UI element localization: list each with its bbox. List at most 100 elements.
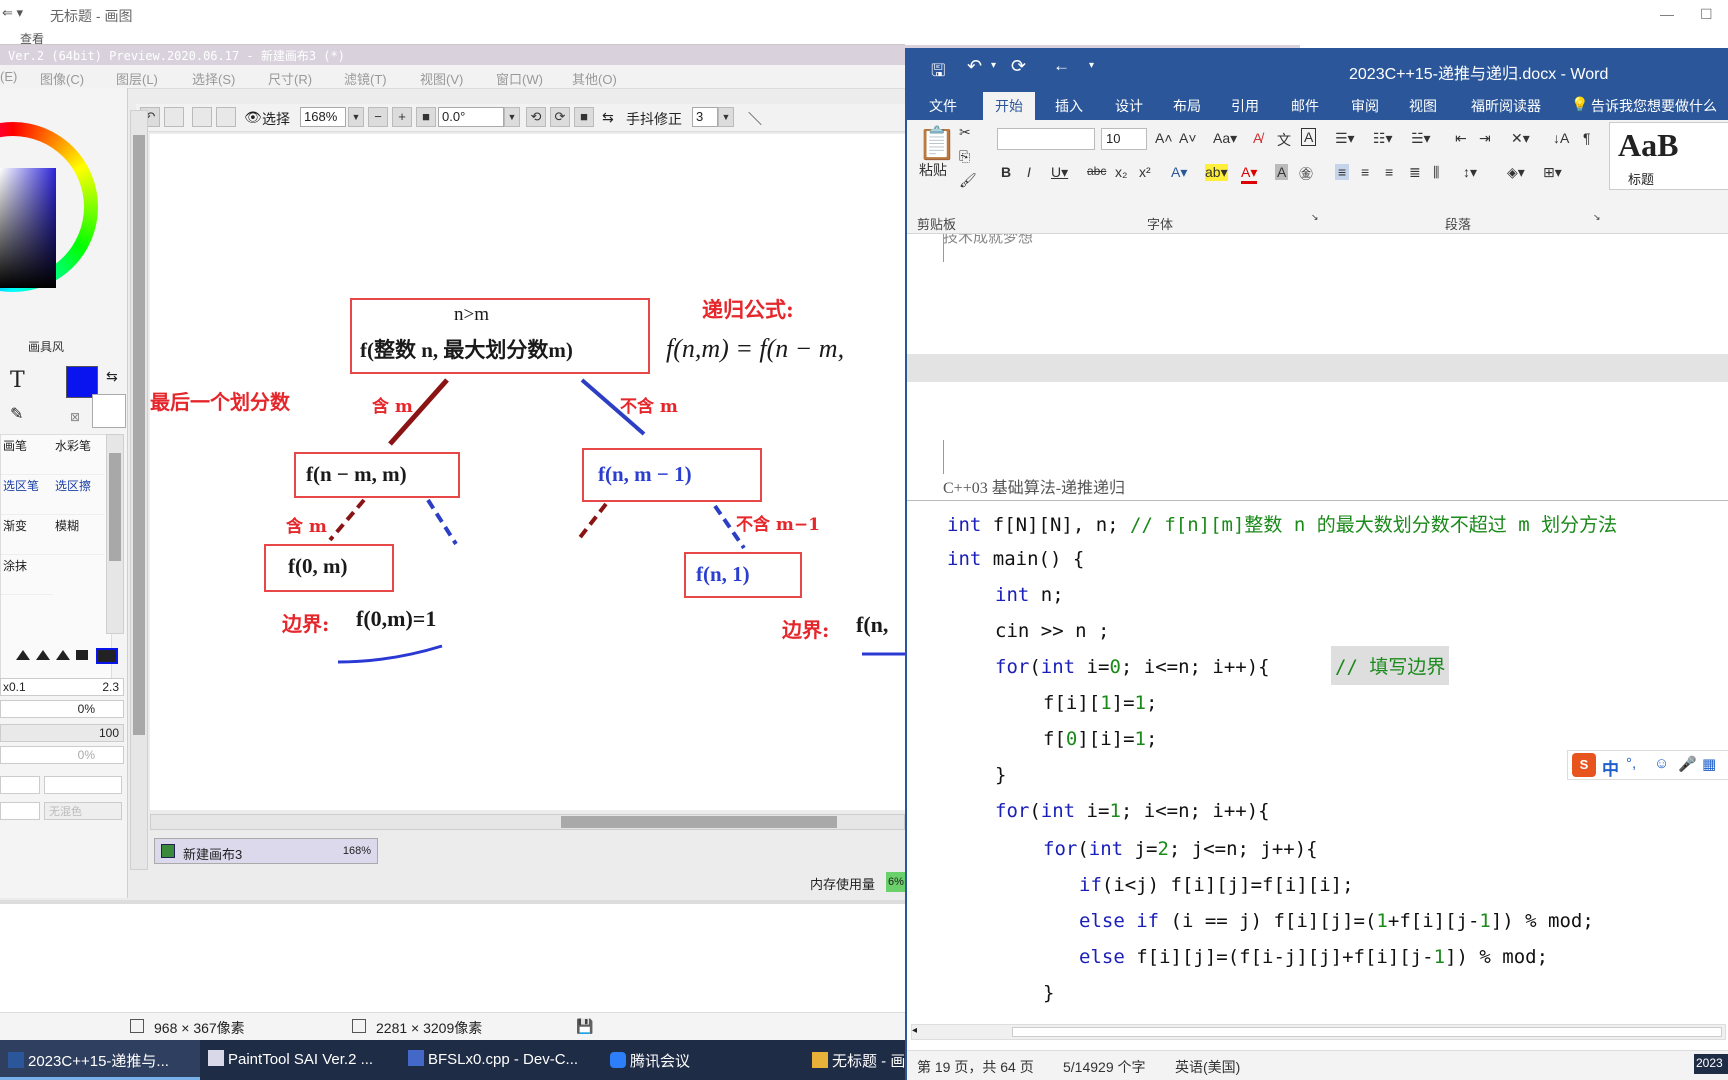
tell-me-search[interactable]: 告诉我您想要做什么 xyxy=(1591,96,1717,116)
menu-edit[interactable]: (E) xyxy=(0,69,17,84)
word-count[interactable]: 5/14929 个字 xyxy=(1063,1057,1146,1077)
tab-home[interactable]: 开始 xyxy=(983,92,1035,120)
transparent-color-icon[interactable]: ⊠ xyxy=(70,410,80,424)
qat-dropdown-icon[interactable]: ▾ xyxy=(1089,60,1094,71)
char-border-icon[interactable]: A xyxy=(1301,128,1317,146)
stabilizer-input[interactable]: 3 xyxy=(692,107,718,127)
decrease-indent-icon[interactable]: ⇤ xyxy=(1455,130,1467,147)
font-color-icon[interactable]: A▾ xyxy=(1241,164,1258,184)
tab-review[interactable]: 审阅 xyxy=(1351,96,1379,116)
font-dialog-icon[interactable]: ↘ xyxy=(1311,212,1319,223)
tab-references[interactable]: 引用 xyxy=(1231,96,1259,116)
taskbar-item-tencent-meeting[interactable]: 腾讯会议 xyxy=(602,1040,798,1080)
tab-mailings[interactable]: 邮件 xyxy=(1291,96,1319,116)
zoom-dropdown-icon[interactable]: ▼ xyxy=(348,107,364,127)
line-spacing-icon[interactable]: ↕▾ xyxy=(1463,164,1477,181)
menu-other[interactable]: 其他(O) xyxy=(572,69,617,88)
menu-select[interactable]: 选择(S) xyxy=(192,69,235,88)
phonetic-icon[interactable]: 文 xyxy=(1277,130,1291,150)
mix-mode-select[interactable] xyxy=(0,802,40,820)
ime-toolbar[interactable]: S 中 °, ☺ 🎤 ▦ xyxy=(1567,750,1728,780)
stabilizer-dropdown-icon[interactable]: ▼ xyxy=(718,107,734,127)
tool-selection-pen[interactable]: 选区笔 xyxy=(1,475,53,515)
ime-mode-label[interactable]: 中 xyxy=(1602,755,1619,780)
mix-mode-value[interactable]: 无混色 xyxy=(44,802,122,820)
brush-shape-2[interactable] xyxy=(36,650,50,660)
maximize-icon[interactable]: ☐ xyxy=(1700,6,1713,23)
min-size-field[interactable]: 0% xyxy=(0,700,124,718)
word-back-icon[interactable]: ← xyxy=(1053,56,1070,76)
tool-watercolor[interactable]: 水彩笔 xyxy=(53,435,105,475)
show-marks-icon[interactable]: ¶ xyxy=(1583,130,1591,146)
taskbar-item-paint[interactable]: 无标题 - 画 xyxy=(804,1040,905,1080)
doc-h-scroll-thumb[interactable] xyxy=(1012,1027,1722,1037)
eye-icon[interactable]: 👁 xyxy=(244,109,262,126)
menu-image[interactable]: 图像(C) xyxy=(40,69,84,88)
ime-punct-icon[interactable]: °, xyxy=(1626,755,1636,772)
flip-icon[interactable]: ⇆ xyxy=(602,109,614,126)
language[interactable]: 英语(美国) xyxy=(1175,1057,1240,1077)
rotation-dropdown-icon[interactable]: ▼ xyxy=(504,107,520,127)
subscript-icon[interactable]: x₂ xyxy=(1115,164,1127,180)
format-painter-icon[interactable]: 🖌 xyxy=(959,172,977,189)
char-shading-icon[interactable]: A xyxy=(1275,164,1289,180)
shrink-font-icon[interactable]: A˅ xyxy=(1179,130,1197,146)
paragraph-dialog-icon[interactable]: ↘ xyxy=(1593,212,1601,223)
multilevel-icon[interactable]: ☱▾ xyxy=(1411,130,1431,147)
align-left-icon[interactable]: ≡ xyxy=(1335,164,1350,180)
secondary-color-swatch[interactable] xyxy=(92,394,126,428)
taskbar-item-word[interactable]: 2023C++15-递推与... xyxy=(0,1040,200,1080)
ime-voice-icon[interactable]: 🎤 xyxy=(1678,755,1697,773)
tool-pen[interactable]: 画笔 xyxy=(1,435,53,475)
blend-field[interactable]: 0% xyxy=(0,746,124,764)
canvas-h-scroll-thumb[interactable] xyxy=(561,816,837,828)
sort-icon[interactable]: ↓A xyxy=(1553,130,1569,146)
underline-icon[interactable]: U▾ xyxy=(1051,164,1068,181)
numbering-icon[interactable]: ☷▾ xyxy=(1373,130,1393,147)
taskbar-item-devcpp[interactable]: BFSLx0.cpp - Dev-C... xyxy=(400,1040,596,1080)
superscript-icon[interactable]: x² xyxy=(1139,164,1151,180)
blend-mode-value[interactable] xyxy=(44,776,122,794)
word-document-area[interactable]: 技术成就梦想 C++03 基础算法-递推递归 int f[N][N], n; /… xyxy=(907,234,1728,1070)
borders-icon[interactable]: ⊞▾ xyxy=(1543,164,1562,181)
brush-shape-3[interactable] xyxy=(56,650,70,660)
tab-insert[interactable]: 插入 xyxy=(1055,96,1083,116)
copy-icon[interactable]: ⎘ xyxy=(959,148,970,165)
tab-design[interactable]: 设计 xyxy=(1115,96,1143,116)
menu-window[interactable]: 窗口(W) xyxy=(496,69,543,88)
tab-layout[interactable]: 布局 xyxy=(1173,96,1201,116)
paste-label[interactable]: 粘贴 xyxy=(919,160,947,180)
distributed-icon[interactable]: ⫼ xyxy=(1433,164,1439,181)
density-field[interactable]: 100 xyxy=(0,724,124,742)
brush-shape-5[interactable] xyxy=(96,648,118,664)
word-redo-icon[interactable]: ⟳ xyxy=(1011,56,1026,77)
align-right-icon[interactable]: ≡ xyxy=(1385,164,1393,180)
swap-colors-icon[interactable]: ⇆ xyxy=(106,368,118,385)
ime-emoji-icon[interactable]: ☺ xyxy=(1654,755,1669,772)
color-saturation-square[interactable] xyxy=(0,168,56,288)
tool-scrollbar[interactable] xyxy=(106,434,124,634)
tab-foxit[interactable]: 福昕阅读器 xyxy=(1471,96,1541,116)
rotate-right-icon[interactable]: ⟳ xyxy=(550,107,570,127)
strikethrough-icon[interactable]: abc xyxy=(1087,164,1106,178)
brush-size-field[interactable]: x0.1 2.3 xyxy=(0,678,124,696)
word-undo-icon[interactable]: ↶ xyxy=(967,56,982,77)
menu-size[interactable]: 尺寸(R) xyxy=(268,69,312,88)
page-count[interactable]: 第 19 页，共 64 页 xyxy=(917,1057,1034,1077)
tool-blur[interactable]: 模糊 xyxy=(53,515,105,555)
shading-icon[interactable]: ◈▾ xyxy=(1507,164,1525,181)
tray-clock[interactable]: 2023 xyxy=(1694,1054,1728,1074)
eyedropper-icon[interactable]: ✎ xyxy=(10,404,23,424)
rotate-reset-icon[interactable]: ■ xyxy=(574,107,594,127)
cut-icon[interactable]: ✂ xyxy=(959,124,971,141)
zoom-out-icon[interactable]: − xyxy=(368,107,388,127)
layer-scrollbar[interactable] xyxy=(130,110,148,870)
sai-canvas[interactable]: n>m f(整数 n, 最大划分数m) 递归公式: f(n,m) = f(n −… xyxy=(150,134,905,810)
quick-access-icon[interactable]: ⇐ ▾ xyxy=(2,5,23,21)
font-name-input[interactable] xyxy=(997,128,1095,150)
canvas-h-scrollbar[interactable] xyxy=(150,814,905,830)
grow-font-icon[interactable]: A˄ xyxy=(1155,130,1173,146)
menu-filter[interactable]: 滤镜(T) xyxy=(344,69,387,88)
bold-icon[interactable]: B xyxy=(1001,164,1011,180)
tab-view[interactable]: 视图 xyxy=(1409,96,1437,116)
